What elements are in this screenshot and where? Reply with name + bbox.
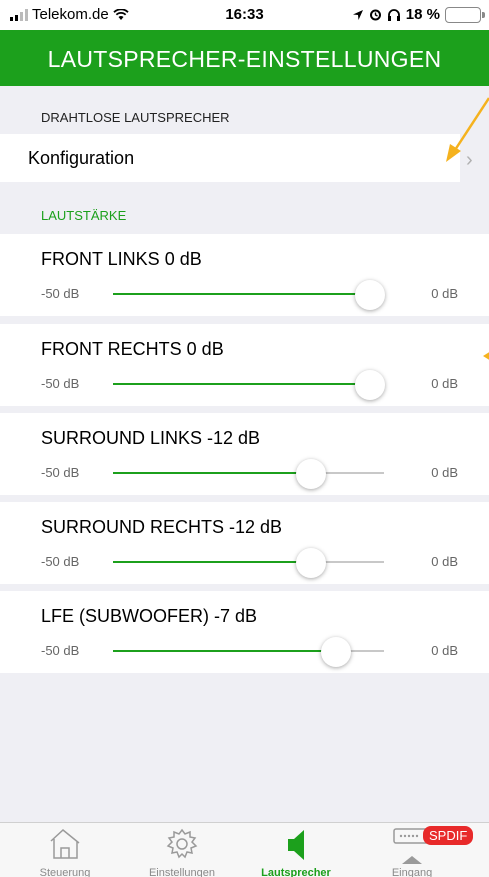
input-badge: SPDIF <box>423 826 474 845</box>
house-icon <box>50 829 80 859</box>
volume-max-label: 0 dB <box>431 643 458 658</box>
gear-icon <box>166 828 198 859</box>
volume-row: LFE (SUBWOOFER) -7 dB -50 dB 0 dB <box>0 591 489 673</box>
volume-max-label: 0 dB <box>431 554 458 569</box>
volume-slider-thumb[interactable] <box>296 459 327 489</box>
annotation-arrow-2 <box>483 352 489 360</box>
volume-slider-fill <box>113 650 336 652</box>
volume-channel-label: LFE (SUBWOOFER) -7 dB <box>41 606 258 626</box>
tab-bar: Steuerung Einstellungen Lautsprecher Ein… <box>0 822 489 877</box>
tab-label: Steuerung <box>39 867 91 877</box>
volume-slider-track[interactable] <box>113 561 384 563</box>
volume-min-label: -50 dB <box>41 465 80 480</box>
volume-slider-thumb[interactable] <box>296 548 327 578</box>
tab-steuerung[interactable]: Steuerung <box>10 823 120 877</box>
volume-channel-label: SURROUND LINKS -12 dB <box>41 428 261 448</box>
volume-slider-fill <box>113 561 312 563</box>
speaker-icon <box>288 830 304 860</box>
volume-max-label: 0 dB <box>431 465 458 480</box>
volume-row: SURROUND RECHTS -12 dB -50 dB 0 dB <box>0 502 489 584</box>
volume-channel-label: SURROUND RECHTS -12 dB <box>41 517 283 537</box>
annotation-arrow-1 <box>446 97 489 162</box>
annotation-arrows <box>446 97 489 360</box>
tab-label: Einstellungen <box>148 867 216 877</box>
volume-slider-fill <box>113 472 312 474</box>
volume-slider-thumb[interactable] <box>320 637 351 667</box>
volume-row: SURROUND LINKS -12 dB -50 dB 0 dB <box>0 413 489 495</box>
tab-einstellungen[interactable]: Einstellungen <box>127 823 237 877</box>
tab-label: Lautsprecher <box>261 867 331 877</box>
volume-min-label: -50 dB <box>41 643 80 658</box>
volume-slider-track[interactable] <box>113 472 384 474</box>
volume-min-label: -50 dB <box>41 554 80 569</box>
tab-lautsprecher[interactable]: Lautsprecher <box>241 823 351 877</box>
tab-label: Eingang <box>391 867 433 877</box>
